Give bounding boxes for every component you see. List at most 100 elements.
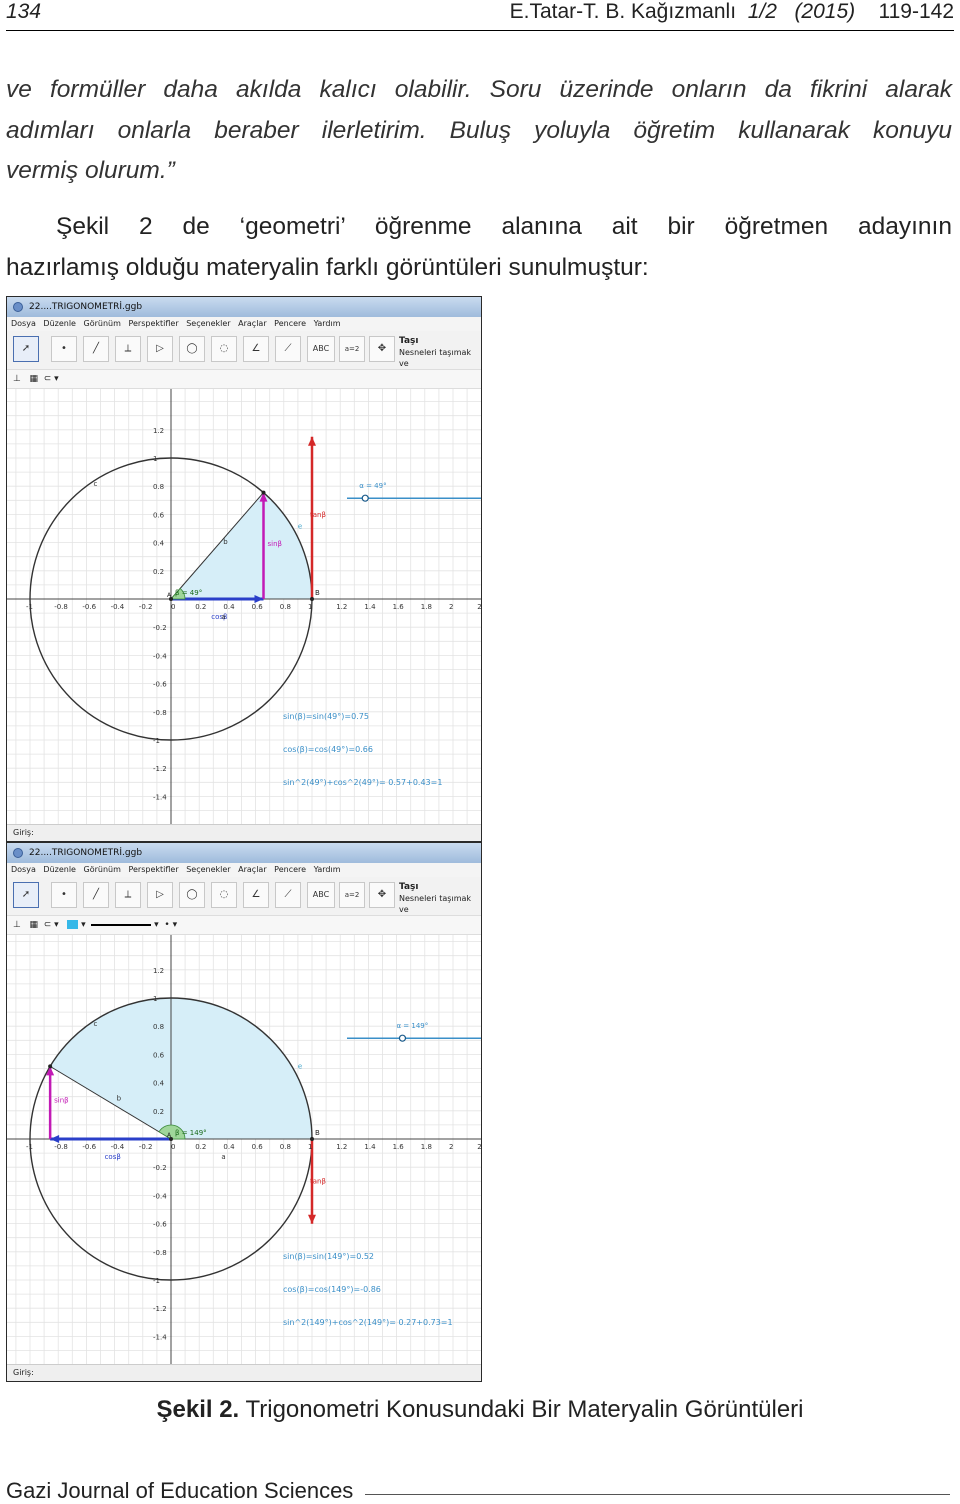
window-titlebar[interactable]: 22....TRIGONOMETRİ.ggb — [7, 843, 481, 863]
tool-info: Taşı Nesneleri taşımak ve — [399, 882, 481, 915]
input-label: Giriş: — [13, 1368, 34, 1377]
conic-tool-icon[interactable]: ◌ — [211, 336, 237, 362]
tool-hint: Nesneleri taşımak ve — [399, 894, 472, 914]
menu-bar: Dosya Düzenle Görünüm Perspektifler Seçe… — [7, 317, 481, 331]
graphics-view[interactable]: -1 -0.8 -0.6 -0.4 -0.2 0 0.2 0.4 0.6 0.8 1 1.2 1.4 1.… — [7, 389, 481, 825]
window-title: 22....TRIGONOMETRİ.ggb — [29, 848, 143, 858]
header-pages: 119-142 — [878, 0, 954, 23]
point-style-icon[interactable]: • ▾ — [164, 920, 177, 930]
y-tick-label: -0.4 — [153, 1192, 167, 1200]
polygon-tool-icon[interactable]: ▷ — [147, 336, 173, 362]
y-tick-label: 0.6 — [153, 511, 165, 519]
y-tick-label: 0.8 — [153, 1023, 164, 1031]
graphics-view[interactable]: -1 -0.8 -0.6 -0.4 -0.2 0 0.2 0.4 0.6 0.8 1 1.2 1.4 1.… — [7, 935, 481, 1365]
point-capture-icon[interactable]: ⊂ ▾ — [44, 920, 59, 930]
x-tick-label: -1 — [26, 1143, 33, 1151]
point-tool-icon[interactable]: • — [51, 882, 77, 908]
menu-duzenle[interactable]: Düzenle — [43, 319, 76, 328]
move-tool-icon[interactable]: ➚ — [13, 336, 39, 362]
move-view-tool-icon[interactable]: ✥ — [369, 336, 395, 362]
line-style-icon[interactable] — [91, 923, 152, 926]
x-tick-label: 1 — [308, 603, 312, 611]
menu-yardim[interactable]: Yardım — [314, 319, 341, 328]
sin-label: sinβ — [268, 540, 283, 548]
x-tick-label: 0.4 — [223, 1143, 235, 1151]
x-axis-label: a — [221, 613, 225, 621]
x-tick-label: -0.8 — [54, 1143, 68, 1151]
grid-toggle-icon[interactable]: ▦ — [29, 920, 38, 930]
point-capture-icon[interactable]: ⊂ ▾ — [44, 374, 59, 384]
slider-tool-icon[interactable]: a=2 — [339, 336, 365, 362]
axes-toggle-icon[interactable]: ⊥ — [13, 374, 21, 384]
x-tick-label: -0.8 — [54, 603, 68, 611]
reflect-tool-icon[interactable]: ⟋ — [275, 882, 301, 908]
y-tick-label: -0.4 — [153, 652, 167, 660]
slider-knob — [398, 1034, 407, 1042]
text-tool-icon[interactable]: ABC — [307, 882, 335, 908]
perpendicular-tool-icon[interactable]: ⟂ — [115, 882, 141, 908]
menu-yardim[interactable]: Yardım — [314, 865, 341, 874]
line-tool-icon[interactable]: ╱ — [83, 336, 109, 362]
angle-tool-icon[interactable]: ∠ — [243, 882, 269, 908]
menu-perspektifler[interactable]: Perspektifler — [128, 319, 178, 328]
x-tick-label: 1.8 — [421, 603, 432, 611]
menu-duzenle[interactable]: Düzenle — [43, 865, 76, 874]
quote-line: vermiş olurum.” — [6, 157, 175, 184]
angle-tool-icon[interactable]: ∠ — [243, 336, 269, 362]
polygon-tool-icon[interactable]: ▷ — [147, 882, 173, 908]
circle-tool-icon[interactable]: ◯ — [179, 882, 205, 908]
point-B-label: B — [315, 1129, 320, 1137]
y-tick-label: 1 — [153, 455, 157, 463]
y-tick-label: 0.2 — [153, 568, 164, 576]
y-tick-label: -0.6 — [153, 681, 167, 689]
tan-label: tanβ — [310, 1178, 326, 1186]
move-view-tool-icon[interactable]: ✥ — [369, 882, 395, 908]
x-tick-label: -0.6 — [82, 603, 96, 611]
radius-label: b — [117, 1095, 122, 1103]
point-tool-icon[interactable]: • — [51, 336, 77, 362]
menu-araclar[interactable]: Araçlar — [238, 319, 266, 328]
x-tick-label: 1.8 — [421, 1143, 432, 1151]
x-tick-label: 2 — [477, 1143, 481, 1151]
slider-knob — [361, 494, 369, 502]
input-bar[interactable]: Giriş: — [7, 824, 481, 841]
arc-label: e — [298, 523, 302, 531]
equation-cos: cos(β)=cos(149°)=-0.86 — [283, 1285, 381, 1294]
menu-araclar[interactable]: Araçlar — [238, 865, 266, 874]
menu-gorunum[interactable]: Görünüm — [84, 319, 121, 328]
cos-label: cosβ — [105, 1153, 121, 1161]
fill-color-icon[interactable] — [67, 920, 79, 929]
point-on-circle — [261, 490, 266, 495]
tool-name: Taşı — [399, 336, 419, 346]
tan-arrowhead — [308, 1214, 316, 1224]
x-tick-label: -0.4 — [111, 603, 125, 611]
menu-pencere[interactable]: Pencere — [274, 319, 306, 328]
window-titlebar[interactable]: 22....TRIGONOMETRİ.ggb — [7, 297, 481, 317]
menu-gorunum[interactable]: Görünüm — [84, 865, 121, 874]
equation-identity: sin^2(49°)+cos^2(49°)= 0.57+0.43=1 — [283, 778, 442, 787]
y-tick-label: -0.2 — [153, 1164, 167, 1172]
menu-dosya[interactable]: Dosya — [11, 319, 36, 328]
menu-dosya[interactable]: Dosya — [11, 865, 36, 874]
circle-label: c — [93, 480, 97, 488]
style-bar: ⊥ ▦ ⊂ ▾ ▾ ▾ • ▾ — [7, 916, 481, 935]
text-tool-icon[interactable]: ABC — [307, 336, 335, 362]
x-axis-label: a — [221, 1153, 225, 1161]
menu-perspektifler[interactable]: Perspektifler — [128, 865, 178, 874]
tool-hint: Nesneleri taşımak ve — [399, 348, 472, 368]
grid-toggle-icon[interactable]: ▦ — [29, 374, 38, 384]
slider-tool-icon[interactable]: a=2 — [339, 882, 365, 908]
circle-tool-icon[interactable]: ◯ — [179, 336, 205, 362]
x-tick-label: 0 — [171, 1143, 175, 1151]
move-tool-icon[interactable]: ➚ — [13, 882, 39, 908]
menu-secenekler[interactable]: Seçenekler — [186, 319, 230, 328]
perpendicular-tool-icon[interactable]: ⟂ — [115, 336, 141, 362]
menu-pencere[interactable]: Pencere — [274, 865, 306, 874]
y-tick-label: 1.2 — [153, 967, 164, 975]
axes-toggle-icon[interactable]: ⊥ — [13, 920, 21, 930]
conic-tool-icon[interactable]: ◌ — [211, 882, 237, 908]
line-tool-icon[interactable]: ╱ — [83, 882, 109, 908]
menu-secenekler[interactable]: Seçenekler — [186, 865, 230, 874]
reflect-tool-icon[interactable]: ⟋ — [275, 336, 301, 362]
input-bar[interactable]: Giriş: — [7, 1364, 481, 1381]
